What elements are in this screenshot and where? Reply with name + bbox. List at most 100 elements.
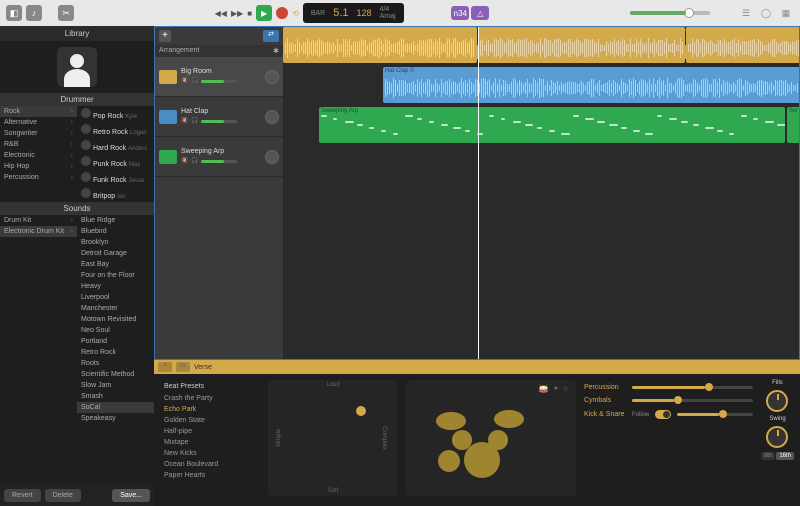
genre-item[interactable]: Percussion› [0,172,77,183]
kit-item[interactable]: Smash [77,391,154,402]
kit-item[interactable]: Speakeasy [77,413,154,424]
headphone-icon[interactable]: 🎧 [191,77,199,85]
headphone-icon[interactable]: 🎧 [191,117,199,125]
kit-item[interactable]: Scientific Method [77,369,154,380]
timeline[interactable]: 1591317 IntroVerseVerseChorus Hat Clap ©… [283,27,799,359]
stop-icon[interactable]: ■ [247,9,252,18]
kit-item[interactable]: Neo Soul [77,325,154,336]
mute-icon[interactable]: 🔇 [181,117,189,125]
midi-region[interactable]: Sweeping Arp [319,107,785,143]
kit-item[interactable]: Slow Jam [77,380,154,391]
kit-category[interactable]: Drum Kit› [0,215,77,226]
kit-item[interactable]: SoCal [77,402,154,413]
track-volume-slider[interactable] [201,80,237,83]
kit-item[interactable]: East Bay [77,259,154,270]
editor-tab-region[interactable]: ▭ [176,362,190,372]
kit-item[interactable]: Manchester [77,303,154,314]
drummer-item[interactable]: Pop RockKyle [77,106,154,122]
master-volume-slider[interactable] [630,11,710,15]
kit-item[interactable]: Four on the Floor [77,270,154,281]
drummer-item[interactable]: Funk RockJesse [77,170,154,186]
editors-icon[interactable]: ✂ [58,5,74,21]
preset-item[interactable]: Echo Park [160,404,260,415]
genre-item[interactable]: Electronic› [0,150,77,161]
audio-region[interactable] [283,27,477,63]
kit-item[interactable]: Bluebird [77,226,154,237]
follow-toggle[interactable] [655,410,671,419]
drummer-item[interactable]: Retro RockLogan [77,122,154,138]
drum-kit-visual[interactable]: 🥁 ✦ ○ [406,380,576,496]
delete-button[interactable]: Delete [45,489,81,502]
kit-item[interactable]: Motown Revisited [77,314,154,325]
genre-item[interactable]: Rock› [0,106,77,117]
lcd-display[interactable]: BAR 5.1 128 4/4Amaj [303,3,404,23]
kit-item[interactable]: Portland [77,336,154,347]
media-browser-icon[interactable]: ▦ [778,5,794,21]
genre-item[interactable]: Songwriter› [0,128,77,139]
audio-region[interactable] [686,27,800,63]
arrangement-header[interactable]: Arrangement✱ [155,45,283,57]
shuffle-icon[interactable]: ⇄ [263,30,279,42]
rewind-icon[interactable]: ◀◀ [215,9,227,18]
kit-item[interactable]: Detroit Garage [77,248,154,259]
xy-pad[interactable]: Loud Soft Simple Complex [268,380,398,496]
preset-item[interactable]: Golden State [160,415,260,426]
track-header[interactable]: Big Room🔇🎧 [155,57,283,97]
mute-icon[interactable]: 🔇 [181,157,189,165]
playhead[interactable] [478,27,479,359]
notepad-icon[interactable]: ☰ [738,5,754,21]
record-button[interactable] [276,7,288,19]
track-pan-knob[interactable] [265,150,279,164]
add-track-button[interactable]: + [159,30,171,42]
kit-item[interactable]: Retro Rock [77,347,154,358]
drummer-item[interactable]: Hard RockAnders [77,138,154,154]
genre-item[interactable]: R&B› [0,139,77,150]
tambourine-icon[interactable]: ○ [563,384,568,393]
audio-region[interactable]: Hat Clap © [383,67,800,103]
mute-icon[interactable]: 🔇 [181,77,189,85]
kit-item[interactable]: Roots [77,358,154,369]
drummer-item[interactable]: BritpopIan [77,186,154,202]
swing-knob[interactable] [766,426,788,448]
track-header[interactable]: Hat Clap🔇🎧 [155,97,283,137]
swing-resolution[interactable]: 8th16th [761,452,794,460]
drummer-item[interactable]: Punk RockMax [77,154,154,170]
audio-region[interactable] [478,27,685,63]
kit-category[interactable]: Electronic Drum Kit› [0,226,77,237]
preset-item[interactable]: New Kicks [160,448,260,459]
save-button[interactable]: Save... [112,489,150,502]
loop-browser-icon[interactable]: ◯ [758,5,774,21]
drummer-avatar[interactable] [57,47,97,87]
smart-controls-icon[interactable]: ♪ [26,5,42,21]
tuner-icon[interactable]: △ [471,6,489,20]
fills-knob[interactable] [766,390,788,412]
kit-item[interactable]: Liverpool [77,292,154,303]
genre-item[interactable]: Hip Hop› [0,161,77,172]
forward-icon[interactable]: ▶▶ [231,9,243,18]
midi-region[interactable]: Sw [787,107,800,143]
editor-tab-drummer[interactable]: ♪ [158,362,172,372]
kit-item[interactable]: Heavy [77,281,154,292]
track-header[interactable]: Sweeping Arp🔇🎧 [155,137,283,177]
kit-item[interactable]: Blue Ridge [77,215,154,226]
track-volume-slider[interactable] [201,160,237,163]
track-volume-slider[interactable] [201,120,237,123]
note-badge[interactable]: n34 [451,6,469,20]
shaker-icon[interactable]: ✦ [552,384,559,393]
track-pan-knob[interactable] [265,70,279,84]
preset-item[interactable]: Paper Hearts [160,470,260,481]
drum-slider[interactable] [632,399,753,402]
headphone-icon[interactable]: 🎧 [191,157,199,165]
drum-slider[interactable] [632,386,753,389]
play-button[interactable]: ▶ [256,5,272,21]
kit-item[interactable]: Brooklyn [77,237,154,248]
cycle-icon[interactable]: ⟲ [292,9,299,18]
track-pan-knob[interactable] [265,110,279,124]
genre-item[interactable]: Alternative› [0,117,77,128]
preset-item[interactable]: Ocean Boulevard [160,459,260,470]
hi-hat-icon[interactable]: 🥁 [538,384,548,393]
revert-button[interactable]: Revert [4,489,41,502]
preset-item[interactable]: Crash the Party [160,393,260,404]
preset-item[interactable]: Half-pipe [160,426,260,437]
library-toggle-icon[interactable]: ◧ [6,5,22,21]
